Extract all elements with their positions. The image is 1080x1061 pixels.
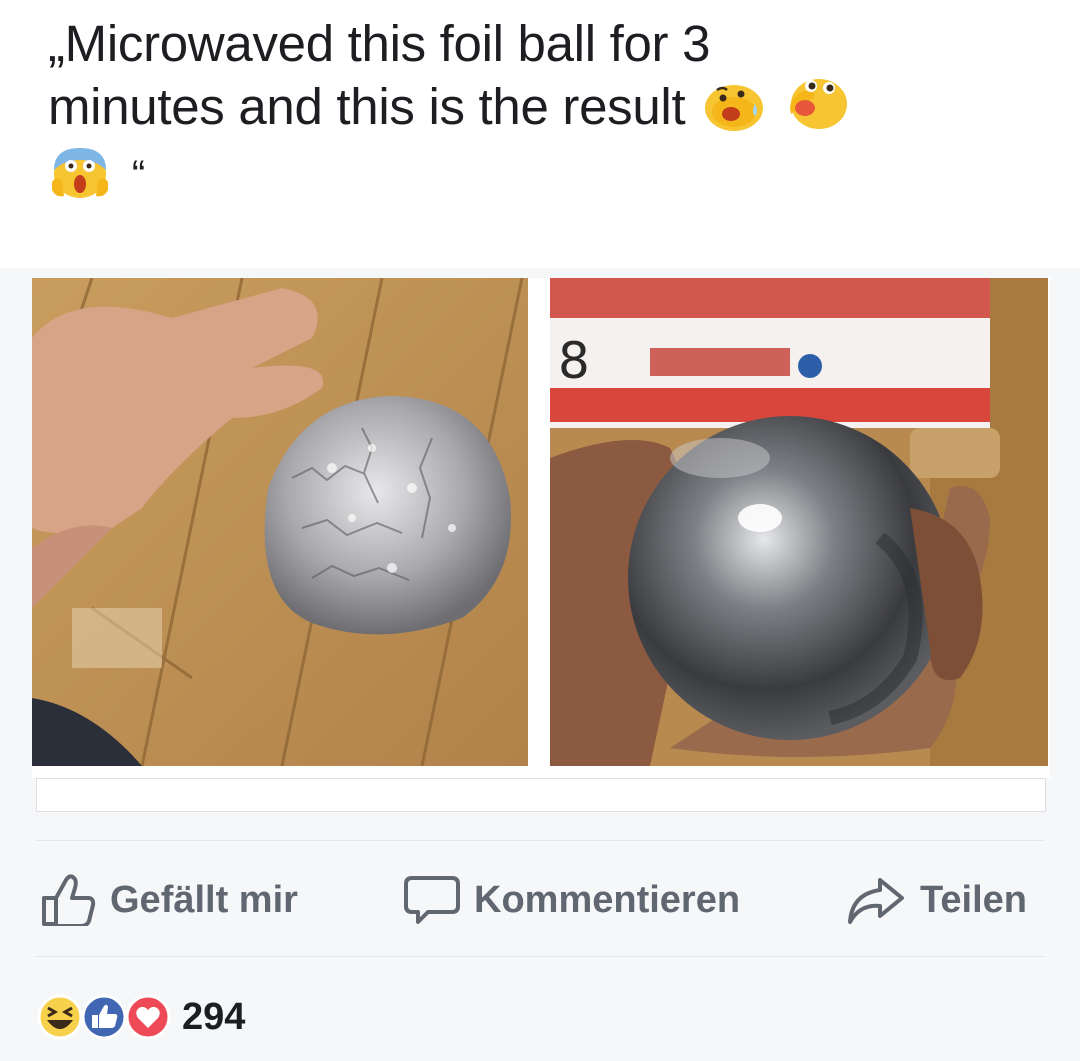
comment-label: Kommentieren: [474, 878, 741, 921]
share-arrow-icon: [848, 878, 904, 924]
photo-metal-sphere[interactable]: 8: [550, 278, 1048, 766]
comment-button[interactable]: Kommentieren: [404, 870, 740, 930]
divider-bottom: [36, 956, 1044, 957]
divider-top: [36, 840, 1044, 841]
photo-foil-ball[interactable]: [32, 278, 528, 766]
comment-icon: [404, 876, 460, 924]
post-card: 8 Gefällt mir Kommentieren Teilen 294: [0, 268, 1080, 1061]
reaction-icons: [36, 994, 178, 1040]
caption-line-2: minutes and this is the result: [48, 74, 1048, 145]
like-label: Gefällt mir: [110, 878, 298, 921]
like-button[interactable]: Gefällt mir: [40, 870, 298, 930]
worried-face-icon: [703, 78, 765, 145]
link-preview-box[interactable]: [36, 778, 1046, 812]
screaming-face-icon: [48, 146, 112, 213]
haha-icon: [37, 994, 83, 1040]
like-icon: [81, 994, 127, 1040]
caption-line-2-text: minutes and this is the result: [48, 78, 686, 135]
share-button[interactable]: Teilen: [846, 870, 1027, 930]
caption-line-1: „Microwaved this foil ball for 3: [48, 15, 711, 72]
reaction-count: 294: [182, 995, 246, 1038]
svg-text:8: 8: [558, 332, 590, 390]
love-icon: [125, 994, 171, 1040]
post-caption: „Microwaved this foil ball for 3 minutes…: [48, 14, 1048, 213]
photo-collage: 8: [32, 278, 1050, 778]
caption-line-3: “: [48, 145, 1048, 213]
thumbs-up-icon: [42, 874, 96, 926]
caption-closing-quote: “: [131, 153, 145, 197]
share-label: Teilen: [920, 878, 1027, 921]
confused-face-icon: [783, 74, 849, 145]
reactions-summary[interactable]: 294: [36, 991, 245, 1043]
